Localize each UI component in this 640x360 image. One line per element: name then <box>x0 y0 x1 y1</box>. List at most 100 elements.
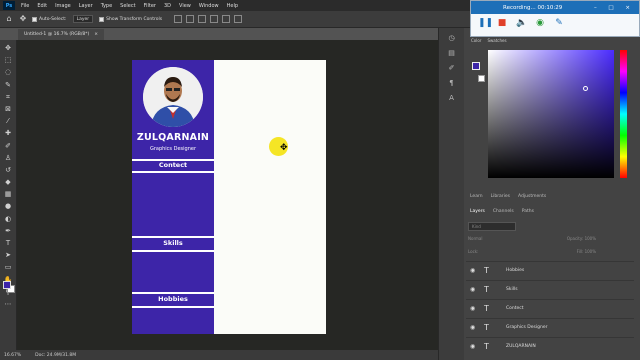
visibility-eye-icon[interactable]: ◉ <box>470 305 478 312</box>
foreground-color-swatch[interactable] <box>3 281 11 289</box>
menu-help[interactable]: Help <box>227 3 238 9</box>
layer-row[interactable]: ◉ T Contect <box>466 299 634 317</box>
resume-role: Graphics Designer <box>149 146 197 152</box>
transform-controls-checkbox[interactable] <box>99 16 105 22</box>
frame-tool-icon[interactable]: ⊠ <box>3 104 14 115</box>
opacity-value[interactable]: 100% <box>585 236 596 241</box>
align-bottom-icon[interactable] <box>234 15 243 23</box>
recorder-title: Recording... 00:10:29 <box>503 4 563 11</box>
menu-window[interactable]: Window <box>199 3 219 9</box>
visibility-eye-icon[interactable]: ◉ <box>470 286 478 293</box>
auto-select-label: Auto-Select: <box>39 16 67 22</box>
dodge-tool-icon[interactable]: ◐ <box>3 214 14 225</box>
color-panel-foreground-swatch[interactable] <box>472 62 480 70</box>
resume-artboard[interactable]: ZULQARNAIN Graphics Designer Contect Ski… <box>132 60 326 334</box>
layer-row[interactable]: ◉ T ZULQARNAIN <box>466 337 634 355</box>
align-middle-icon[interactable] <box>222 15 231 23</box>
color-panel-background-swatch[interactable] <box>478 75 485 82</box>
color-picker-handle[interactable] <box>583 86 588 91</box>
blend-mode-dropdown[interactable]: Normal <box>468 236 482 241</box>
screen-recorder-widget: Recording... 00:10:29 – □ × ❚❚ ■ 🔈 ◉ ✎ <box>470 0 640 37</box>
clone-stamp-tool-icon[interactable]: ♙ <box>3 153 14 164</box>
resume-sidebar: ZULQARNAIN Graphics Designer Contect Ski… <box>132 60 214 334</box>
home-icon[interactable]: ⌂ <box>4 14 14 24</box>
tab-swatches[interactable]: Swatches <box>487 38 506 46</box>
layer-name: ZULQARNAIN <box>506 344 536 349</box>
fill-label: Fill: <box>576 249 584 254</box>
lasso-tool-icon[interactable]: ◌ <box>3 67 14 78</box>
layer-row[interactable]: ◉ T Hobbies <box>466 261 634 279</box>
menu-image[interactable]: Image <box>55 3 71 9</box>
tab-learn[interactable]: Learn <box>470 194 483 199</box>
tab-adjustments[interactable]: Adjustments <box>518 194 546 199</box>
brush-tool-icon[interactable]: ✐ <box>3 141 14 152</box>
tab-libraries[interactable]: Libraries <box>491 194 510 199</box>
visibility-eye-icon[interactable]: ◉ <box>470 324 478 331</box>
align-top-icon[interactable] <box>210 15 219 23</box>
menu-select[interactable]: Select <box>120 3 135 9</box>
align-center-icon[interactable] <box>186 15 195 23</box>
history-icon[interactable]: ◷ <box>447 33 457 43</box>
menu-3d[interactable]: 3D <box>164 3 171 9</box>
move-tool-icon[interactable]: ✥ <box>18 14 28 24</box>
layer-row[interactable]: ◉ T Skills <box>466 280 634 298</box>
menu-type[interactable]: Type <box>101 3 112 9</box>
menu-view[interactable]: View <box>179 3 191 9</box>
paragraph-icon[interactable]: ¶ <box>447 78 457 88</box>
fill-value[interactable]: 100% <box>585 249 596 254</box>
lock-label: Lock: <box>468 249 479 254</box>
stop-icon[interactable]: ■ <box>497 18 507 28</box>
close-icon[interactable]: × <box>94 32 98 37</box>
crop-tool-icon[interactable]: ⌗ <box>3 92 14 103</box>
eraser-tool-icon[interactable]: ◆ <box>3 177 14 188</box>
tab-color[interactable]: Color <box>471 38 481 46</box>
webcam-icon[interactable]: ◉ <box>535 18 545 28</box>
pen-tool-icon[interactable]: ✒ <box>3 226 14 237</box>
type-tool-icon[interactable]: T <box>3 238 14 249</box>
layer-name: Contect <box>506 306 524 311</box>
tab-paths[interactable]: Paths <box>522 209 534 214</box>
speaker-icon[interactable]: 🔈 <box>516 18 527 28</box>
rectangle-tool-icon[interactable]: ▭ <box>3 262 14 273</box>
document-tab[interactable]: Untitled-1 @ 16.7% (RGB/8*) × <box>18 29 104 40</box>
more-tools-icon[interactable]: ⋯ <box>3 299 14 310</box>
layer-filter-input[interactable]: Kind <box>468 222 516 231</box>
menu-filter[interactable]: Filter <box>144 3 156 9</box>
color-field[interactable] <box>488 50 614 178</box>
auto-select-target-dropdown[interactable]: Layer <box>72 15 94 23</box>
move-tool-icon[interactable]: ✥ <box>3 43 14 54</box>
section-divider <box>132 171 214 173</box>
path-select-tool-icon[interactable]: ➤ <box>3 250 14 261</box>
menu-edit[interactable]: Edit <box>37 3 47 9</box>
quick-select-tool-icon[interactable]: ✎ <box>3 80 14 91</box>
window-controls[interactable]: – □ × <box>594 5 635 11</box>
blur-tool-icon[interactable]: ● <box>3 201 14 212</box>
align-left-icon[interactable] <box>174 15 183 23</box>
tab-channels[interactable]: Channels <box>493 209 514 214</box>
layer-row[interactable]: ◉ T Graphics Designer <box>466 318 634 336</box>
resume-name: ZULQARNAIN <box>136 132 210 143</box>
character-icon[interactable]: A <box>447 93 457 103</box>
canvas-area[interactable]: ZULQARNAIN Graphics Designer Contect Ski… <box>17 40 438 350</box>
eyedropper-tool-icon[interactable]: ⁄ <box>3 116 14 127</box>
align-right-icon[interactable] <box>198 15 207 23</box>
section-title-contact: Contect <box>158 161 188 169</box>
marquee-tool-icon[interactable]: ⬚ <box>3 55 14 66</box>
brush-settings-icon[interactable]: ✐ <box>447 63 457 73</box>
pause-icon[interactable]: ❚❚ <box>478 18 493 28</box>
section-divider <box>132 250 214 252</box>
visibility-eye-icon[interactable]: ◉ <box>470 267 478 274</box>
profile-photo <box>143 67 203 127</box>
gradient-tool-icon[interactable]: ▦ <box>3 189 14 200</box>
properties-icon[interactable]: ▤ <box>447 48 457 58</box>
hue-slider[interactable] <box>620 50 627 178</box>
auto-select-checkbox[interactable] <box>32 16 37 22</box>
pen-icon[interactable]: ✎ <box>554 18 564 28</box>
history-brush-tool-icon[interactable]: ↺ <box>3 165 14 176</box>
healing-brush-tool-icon[interactable]: ✚ <box>3 128 14 139</box>
tab-layers[interactable]: Layers <box>470 209 485 214</box>
visibility-eye-icon[interactable]: ◉ <box>470 343 478 350</box>
menu-file[interactable]: File <box>21 3 29 9</box>
zoom-level[interactable]: 16.67% <box>4 353 21 358</box>
menu-layer[interactable]: Layer <box>79 3 93 9</box>
